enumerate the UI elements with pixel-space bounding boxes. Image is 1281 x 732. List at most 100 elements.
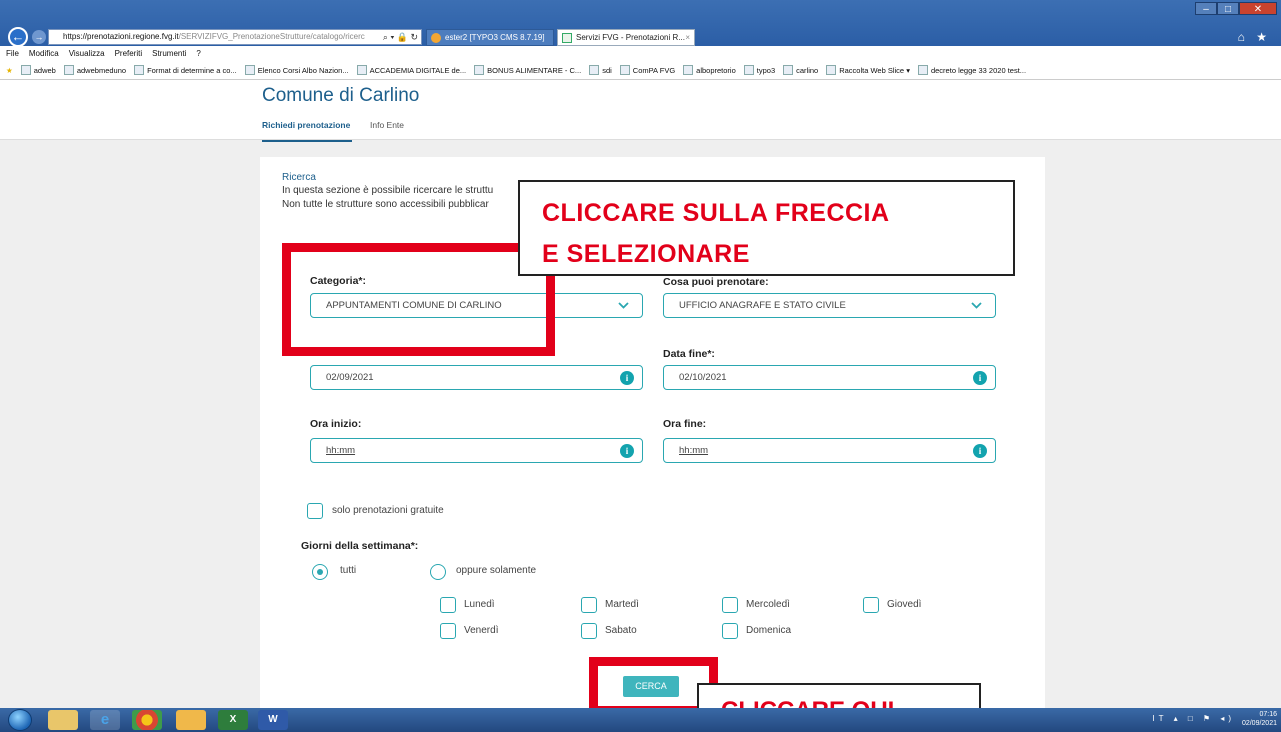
favorites-star-icon[interactable]: ★ [6, 62, 13, 79]
internet-explorer-icon[interactable]: e [90, 710, 120, 730]
clock[interactable]: 07:16 02/09/2021 [1242, 710, 1277, 728]
page-icon [356, 65, 367, 75]
label-venerdi: Venerdì [464, 625, 499, 636]
gratuite-label: solo prenotazioni gratuite [332, 505, 444, 516]
tab-label: Servizi FVG - Prenotazioni R... [576, 33, 685, 42]
file-explorer-icon[interactable] [48, 710, 78, 730]
back-arrow-icon[interactable]: ← [8, 27, 28, 47]
favorite-item[interactable]: Raccolta Web Slice ▾ [826, 62, 910, 79]
page-icon [244, 65, 255, 75]
taskbar: e X W IT ▴ □ ⚑ ◂) 07:16 02/09/2021 [0, 708, 1281, 732]
checkbox-sabato[interactable] [581, 623, 597, 639]
page-icon [783, 65, 794, 75]
tab-richiedi-prenotazione[interactable]: Richiedi prenotazione [262, 120, 353, 142]
label-giovedi: Giovedì [887, 599, 922, 610]
menu-help[interactable]: ? [196, 46, 200, 62]
checkbox-lunedi[interactable] [440, 597, 456, 613]
favorite-item[interactable]: ComPA FVG [619, 62, 675, 79]
favorite-item[interactable]: adwebmeduno [63, 62, 126, 79]
checkbox-martedi[interactable] [581, 597, 597, 613]
data-inizio-value: 02/09/2021 [326, 372, 374, 383]
checkbox-giovedi[interactable] [863, 597, 879, 613]
clock-time: 07:16 [1259, 711, 1277, 718]
checkbox-domenica[interactable] [722, 623, 738, 639]
favorite-item[interactable]: Elenco Corsi Albo Nazion... [244, 62, 349, 79]
ora-fine-input[interactable]: hh:mm i [663, 438, 996, 463]
ora-inizio-input[interactable]: hh:mm i [310, 438, 643, 463]
favorite-item[interactable]: sdi [589, 62, 612, 79]
data-fine-input[interactable]: 02/10/2021 i [663, 365, 996, 390]
radio-solamente-label: oppure solamente [456, 565, 537, 576]
ora-inizio-label: Ora inizio: [310, 418, 362, 430]
browser-tab-typo3[interactable]: ester2 [TYPO3 CMS 8.7.19] [426, 29, 554, 46]
info-icon[interactable]: i [620, 444, 634, 458]
browser-tab-prenotazioni[interactable]: Servizi FVG - Prenotazioni R... × [557, 29, 695, 46]
tab-info-ente[interactable]: Info Ente [370, 120, 404, 130]
radio-tutti-label: tutti [340, 565, 357, 576]
favorite-item[interactable]: ACCADEMIA DIGITALE de... [356, 62, 466, 79]
address-bar[interactable]: https://prenotazioni.regione.fvg.it/SERV… [48, 29, 422, 45]
annotation-text-line2: E SELEZIONARE [542, 240, 750, 268]
page-icon [20, 65, 31, 75]
label-martedi: Martedì [605, 599, 639, 610]
menu-strumenti[interactable]: Strumenti [152, 46, 186, 62]
typo3-tab-icon [431, 33, 441, 43]
forward-arrow-icon[interactable]: → [32, 30, 46, 44]
favorite-item[interactable]: typo3 [743, 62, 775, 79]
favorites-bar: ★ adweb adwebmeduno Format di determine … [0, 62, 1281, 80]
menu-bar: File Modifica Visualizza Preferiti Strum… [0, 46, 1281, 62]
favorite-item[interactable]: Format di determine a co... [134, 62, 237, 79]
menu-file[interactable]: File [6, 46, 19, 62]
start-button[interactable] [8, 709, 32, 731]
label-lunedi: Lunedì [464, 599, 495, 610]
page-icon [474, 65, 485, 75]
intro-text-line1: In questa sezione è possibile ricercare … [282, 185, 494, 196]
tab-close-icon[interactable]: × [685, 30, 690, 45]
label-mercoledi: Mercoledì [746, 599, 790, 610]
intro-text-line2: Non tutte le strutture sono accessibili … [282, 199, 489, 210]
page-icon [917, 65, 928, 75]
section-title: Ricerca [282, 172, 316, 183]
radio-solamente[interactable] [430, 564, 446, 580]
favorite-item[interactable]: adweb [20, 62, 56, 79]
close-button[interactable]: ✕ [1239, 2, 1277, 15]
address-bar-icons[interactable]: ⌕ ▾ 🔒 ↻ [379, 30, 418, 44]
app-icon[interactable] [176, 710, 206, 730]
info-icon[interactable]: i [973, 444, 987, 458]
site-tab-icon [562, 33, 572, 43]
page-icon [683, 65, 694, 75]
favorite-item[interactable]: decreto legge 33 2020 test... [917, 62, 1026, 79]
maximize-button[interactable]: □ [1217, 2, 1239, 15]
cosa-prenotare-label: Cosa puoi prenotare: [663, 276, 769, 288]
browser-titlebar: – □ ✕ ← → https://prenotazioni.regione.f… [0, 0, 1281, 47]
cosa-prenotare-value: UFFICIO ANAGRAFE E STATO CIVILE [679, 300, 846, 311]
checkbox-venerdi[interactable] [440, 623, 456, 639]
favorite-item[interactable]: carlino [783, 62, 818, 79]
info-icon[interactable]: i [620, 371, 634, 385]
menu-visualizza[interactable]: Visualizza [69, 46, 105, 62]
excel-icon[interactable]: X [218, 710, 248, 730]
word-icon[interactable]: W [258, 710, 288, 730]
chrome-icon[interactable] [132, 710, 162, 730]
minimize-button[interactable]: – [1195, 2, 1217, 15]
cosa-prenotare-select[interactable]: UFFICIO ANAGRAFE E STATO CIVILE [663, 293, 996, 318]
favorite-item[interactable]: albopretorio [683, 62, 736, 79]
menu-preferiti[interactable]: Preferiti [115, 46, 143, 62]
data-inizio-input[interactable]: 02/09/2021 i [310, 365, 643, 390]
system-tray-icons[interactable]: IT ▴ □ ⚑ ◂) [1152, 714, 1235, 723]
annotation-text-line1: CLICCARE SULLA FRECCIA [542, 199, 890, 227]
page-icon [826, 65, 837, 75]
ora-inizio-placeholder: hh:mm [326, 445, 356, 456]
checkbox-mercoledi[interactable] [722, 597, 738, 613]
page-icon [619, 65, 630, 75]
chevron-down-icon[interactable] [970, 299, 983, 312]
info-icon[interactable]: i [973, 371, 987, 385]
gratuite-checkbox[interactable] [307, 503, 323, 519]
radio-tutti[interactable] [312, 564, 328, 580]
favorite-item[interactable]: BONUS ALIMENTARE - C... [474, 62, 581, 79]
menu-modifica[interactable]: Modifica [29, 46, 59, 62]
home-favorites-icons[interactable]: ⌂ ★ [1238, 30, 1271, 44]
page-icon [63, 65, 74, 75]
page-header: Comune di Carlino Richiedi prenotazione … [0, 80, 1281, 142]
chevron-down-icon[interactable] [617, 299, 630, 312]
